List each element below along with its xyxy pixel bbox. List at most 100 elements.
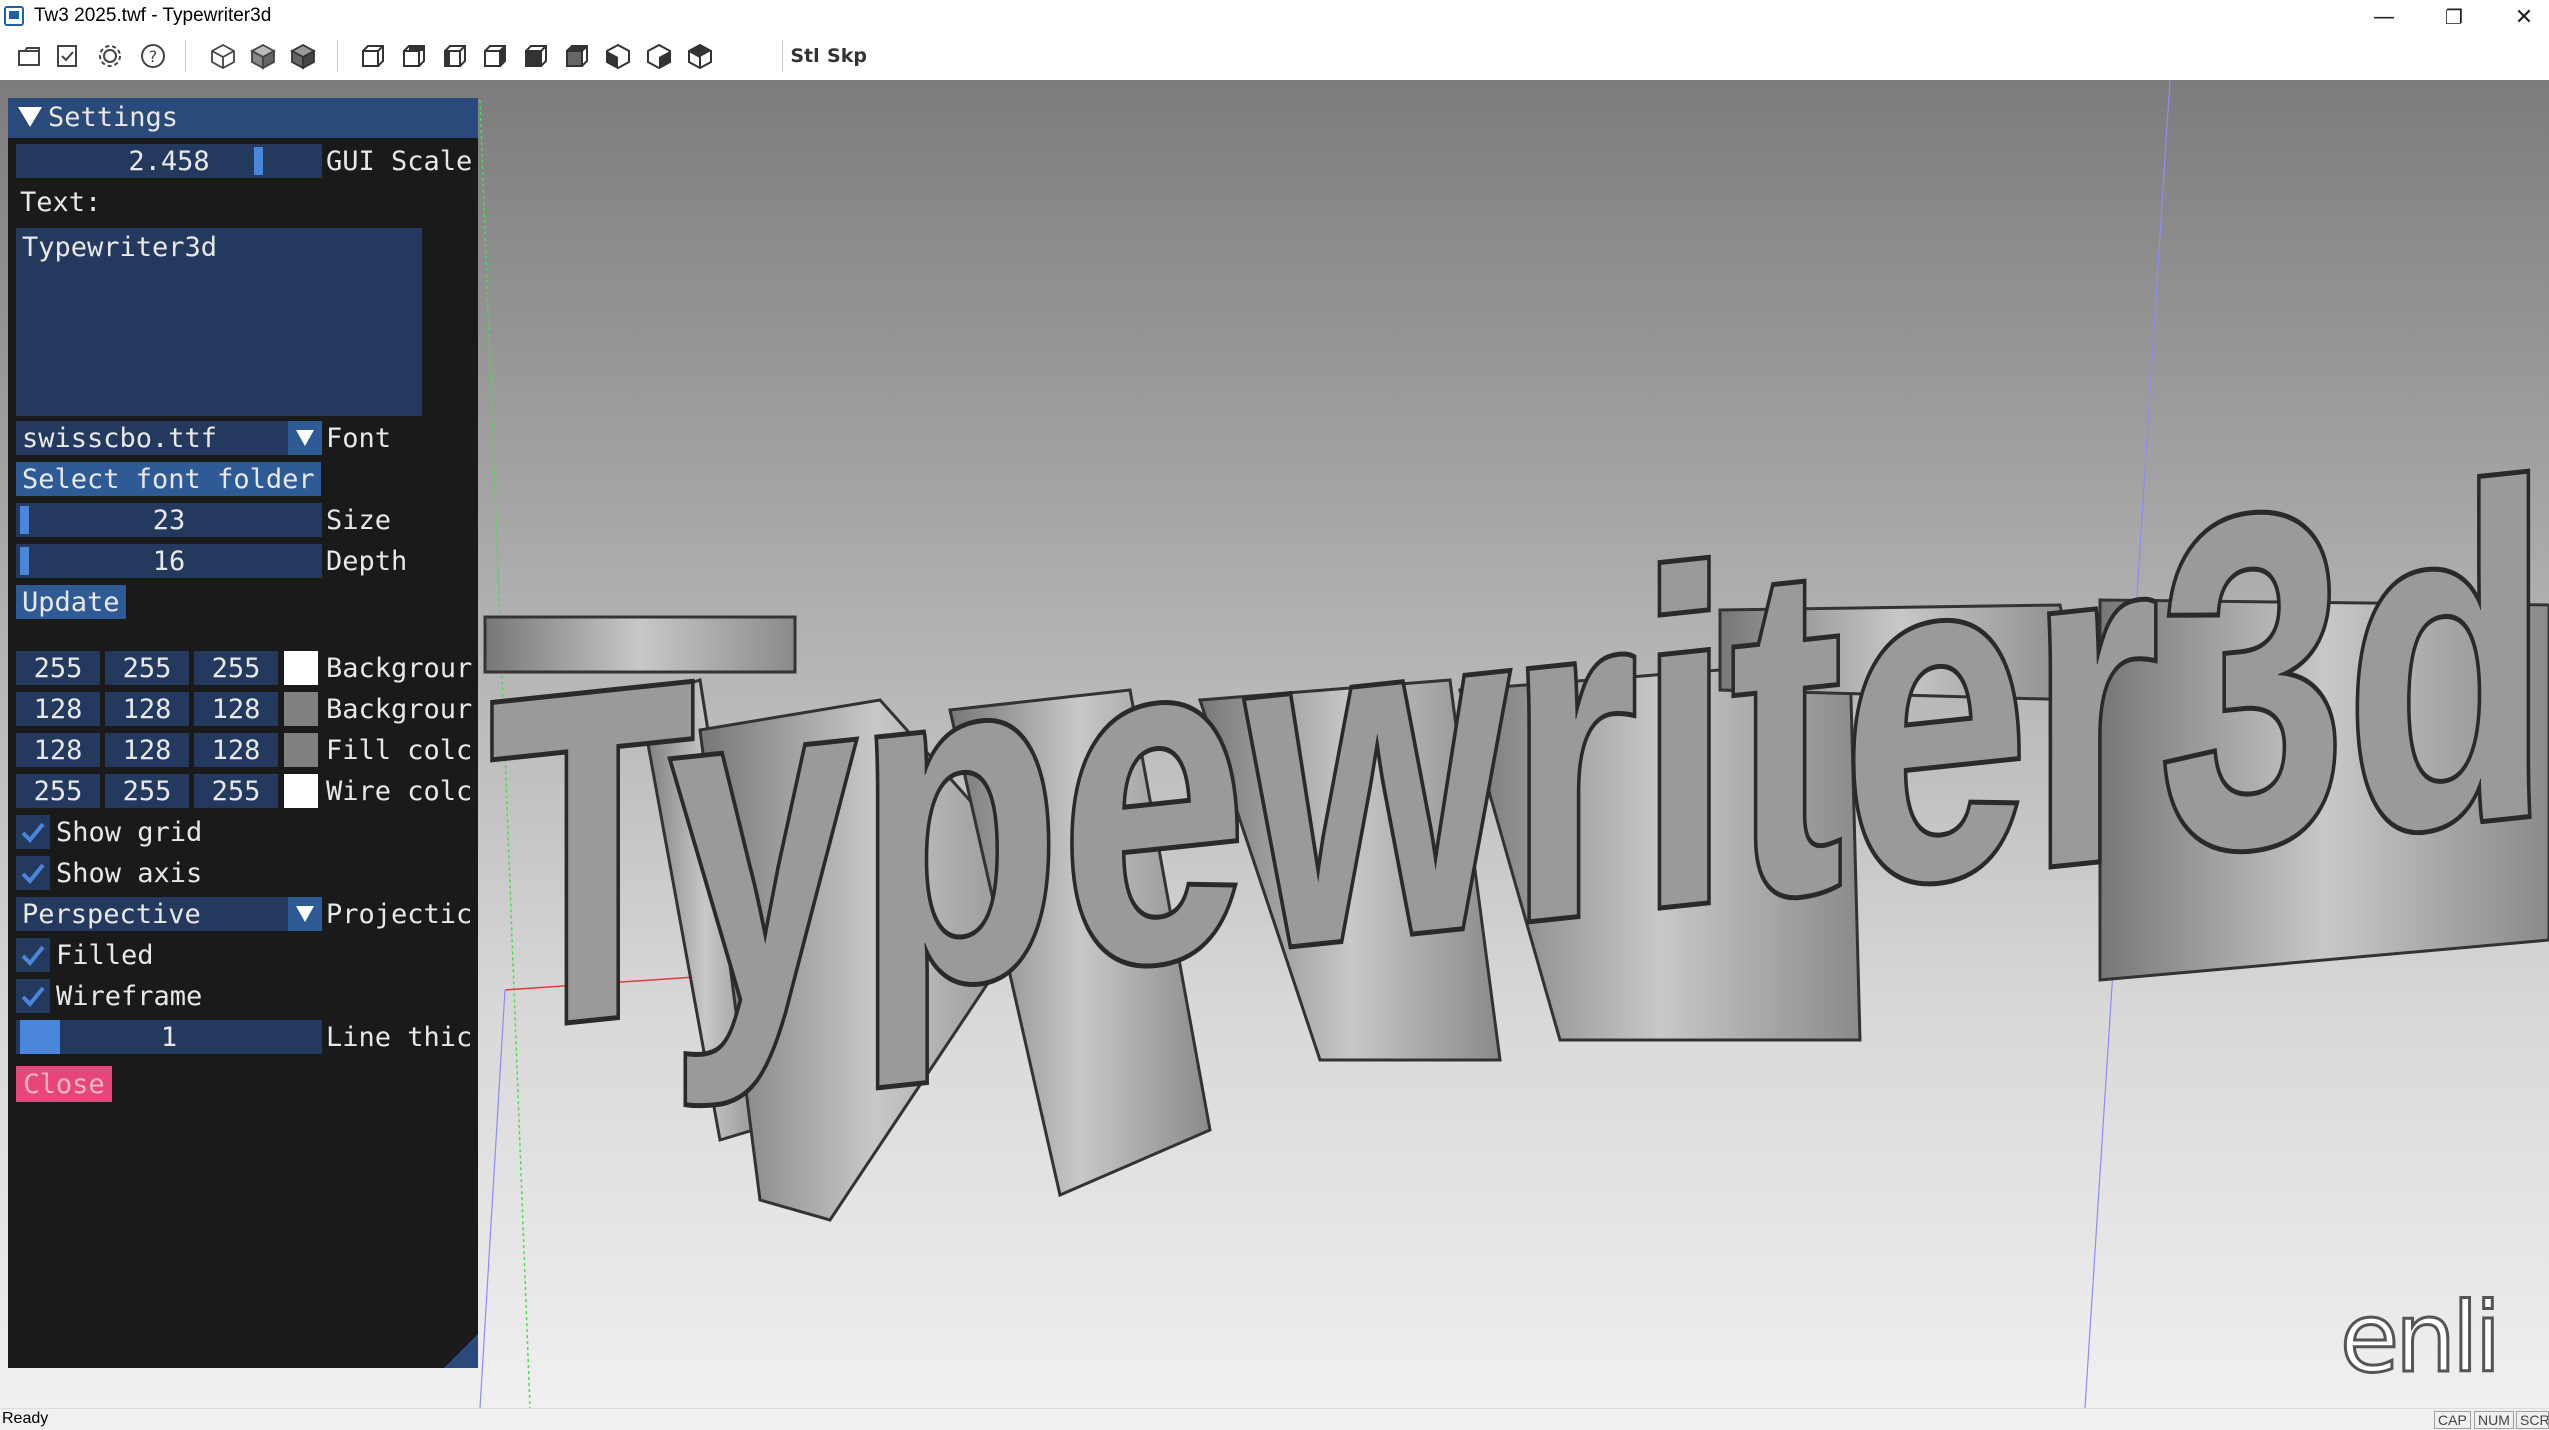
status-bar: Ready CAP NUM SCRL — [0, 1408, 2549, 1430]
settings-header[interactable]: Settings — [8, 98, 478, 138]
gui-scale-slider[interactable]: 2.458 — [16, 144, 322, 178]
save-icon[interactable] — [50, 39, 84, 73]
font-select[interactable]: swisscbo.ttf — [16, 421, 322, 455]
projection-label: Projectic — [326, 899, 473, 930]
app-icon — [4, 6, 24, 26]
color-b-input[interactable]: 128 — [194, 733, 278, 767]
color-swatch[interactable] — [284, 651, 318, 685]
line-thickness-value: 1 — [160, 1021, 178, 1053]
enli-logo: enli — [2338, 1282, 2502, 1394]
color-g-input[interactable]: 255 — [105, 774, 189, 808]
checkmark-icon — [21, 986, 45, 1007]
font-select-value: swisscbo.ttf — [22, 423, 218, 454]
show-grid-label: Show grid — [56, 817, 203, 848]
color-r-input[interactable]: 255 — [16, 774, 100, 808]
color-label: Wire colc — [326, 776, 473, 807]
wireframe-checkbox[interactable] — [16, 979, 50, 1013]
view-iso3-icon[interactable] — [683, 39, 717, 73]
view-right-icon[interactable] — [478, 39, 512, 73]
toolbar: ? Stl Skp — [0, 34, 2549, 81]
toolbar-separator — [185, 40, 186, 72]
projection-select-value: Perspective — [22, 899, 201, 930]
checkmark-icon — [21, 945, 45, 966]
filled-label: Filled — [56, 940, 154, 971]
gui-scale-grab[interactable] — [254, 147, 263, 175]
open-icon[interactable] — [12, 39, 46, 73]
view-bottom-icon[interactable] — [560, 39, 594, 73]
color-swatch[interactable] — [284, 692, 318, 726]
show-axis-checkbox[interactable] — [16, 856, 50, 890]
font-label: Font — [326, 423, 392, 454]
show-grid-checkbox[interactable] — [16, 815, 50, 849]
restore-button[interactable]: ❐ — [2419, 0, 2489, 34]
title-bar: Tw3 2025.twf - Typewriter3d — ❐ ✕ — [0, 0, 2549, 34]
color-b-input[interactable]: 128 — [194, 692, 278, 726]
wireframe-label: Wireframe — [56, 981, 203, 1012]
view-front-icon[interactable] — [356, 39, 390, 73]
depth-value: 16 — [152, 545, 186, 577]
resize-grip[interactable] — [444, 1334, 478, 1368]
color-swatch[interactable] — [284, 733, 318, 767]
view-back-icon[interactable] — [397, 39, 431, 73]
view-shaded-icon[interactable] — [246, 39, 280, 73]
export-stl-button[interactable]: Stl — [788, 39, 822, 73]
gui-scale-label: GUI Scale — [326, 146, 473, 177]
text-input[interactable]: Typewriter3d — [16, 228, 422, 416]
size-grab[interactable] — [20, 506, 29, 534]
select-font-folder-button[interactable]: Select font folder — [16, 462, 321, 496]
text-label: Text: — [20, 187, 102, 218]
caps-lock-indicator: CAP — [2434, 1411, 2471, 1429]
show-axis-label: Show axis — [56, 858, 203, 889]
color-label: Backgrour — [326, 694, 473, 725]
collapse-triangle-icon[interactable] — [18, 107, 42, 127]
depth-label: Depth — [326, 546, 408, 577]
color-b-input[interactable]: 255 — [194, 651, 278, 685]
color-r-input[interactable]: 128 — [16, 733, 100, 767]
color-g-input[interactable]: 255 — [105, 651, 189, 685]
color-g-input[interactable]: 128 — [105, 733, 189, 767]
color-r-input[interactable]: 255 — [16, 651, 100, 685]
view-solid-icon[interactable] — [286, 39, 320, 73]
status-text: Ready — [2, 1410, 49, 1427]
line-thickness-slider[interactable]: 1 — [16, 1020, 322, 1054]
help-icon[interactable]: ? — [136, 39, 170, 73]
chevron-down-icon[interactable] — [288, 421, 322, 455]
view-left-icon[interactable] — [438, 39, 472, 73]
view-iso1-icon[interactable] — [601, 39, 635, 73]
settings-gear-icon[interactable] — [93, 39, 127, 73]
svg-text:?: ? — [149, 47, 158, 66]
text-input-value: Typewriter3d — [22, 232, 218, 263]
color-label: Fill colc — [326, 735, 473, 766]
color-swatch[interactable] — [284, 774, 318, 808]
num-lock-indicator: NUM — [2474, 1411, 2514, 1429]
export-skp-button[interactable]: Skp — [827, 39, 867, 73]
depth-grab[interactable] — [20, 547, 29, 575]
color-r-input[interactable]: 128 — [16, 692, 100, 726]
color-g-input[interactable]: 128 — [105, 692, 189, 726]
color-b-input[interactable]: 255 — [194, 774, 278, 808]
minimize-button[interactable]: — — [2349, 0, 2419, 34]
size-label: Size — [326, 505, 392, 536]
checkmark-icon — [21, 822, 45, 843]
line-thickness-grab[interactable] — [20, 1020, 60, 1054]
size-value: 23 — [152, 504, 186, 536]
chevron-down-icon[interactable] — [288, 897, 322, 931]
close-panel-button[interactable]: Close — [16, 1066, 112, 1102]
scroll-lock-indicator: SCRL — [2516, 1411, 2549, 1429]
size-slider[interactable]: 23 — [16, 503, 322, 537]
view-wire-icon[interactable] — [206, 39, 240, 73]
line-thickness-label: Line thic — [326, 1022, 473, 1053]
settings-panel: Settings 2.458 GUI Scale Text: Typewrite… — [8, 98, 478, 1368]
toolbar-separator — [782, 40, 783, 72]
filled-checkbox[interactable] — [16, 938, 50, 972]
window-title: Tw3 2025.twf - Typewriter3d — [34, 5, 272, 26]
close-window-button[interactable]: ✕ — [2489, 0, 2549, 34]
settings-title: Settings — [48, 102, 179, 133]
view-iso2-icon[interactable] — [642, 39, 676, 73]
projection-select[interactable]: Perspective — [16, 897, 322, 931]
view-top-icon[interactable] — [519, 39, 553, 73]
update-button[interactable]: Update — [16, 585, 126, 619]
toolbar-separator — [337, 40, 338, 72]
depth-slider[interactable]: 16 — [16, 544, 322, 578]
gui-scale-value: 2.458 — [128, 145, 210, 177]
